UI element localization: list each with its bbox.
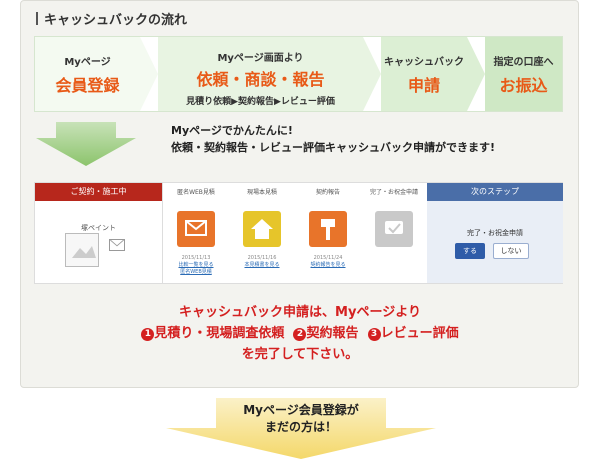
next-step-header: 次のステップ [427,183,563,201]
number-3-icon: 3 [367,328,381,341]
register-text: Myページ会員登録が まだの方は！ [166,402,436,436]
section-title-text: キャッシュバックの流れ [44,13,188,28]
step-big: 会員登録 [55,76,120,95]
intro-line1: Myページでかんたんに! [171,124,293,137]
date-text: 2015/11/13 [181,255,211,261]
step-big: 依頼・商談・報告 [196,70,325,89]
col-head-contract: 契約報告 [315,189,340,196]
step-flow: Myページ 会員登録 Myページ画面より 依頼・商談・報告 見積り依頼▶契約報告… [34,36,563,112]
progress-columns: 匿名WEB見積 現場本見積 契約報告 完了・お祝金申請 2015/11/13 比… [163,183,427,283]
number-2-icon: 2 [293,328,307,341]
compare-link[interactable]: 比較一覧を見る [163,262,229,269]
register-arrow[interactable]: Myページ会員登録が まだの方は！ [166,398,436,459]
number-1-icon: 1 [141,328,155,341]
register-line1: Myページ会員登録が [243,403,359,417]
complete-icon[interactable] [375,211,413,247]
contract-info: 2015/11/24 契約報告を見る [295,255,361,269]
step-small: 指定の口座へ [493,57,554,68]
step-transfer: 指定の口座へ お振込 [485,37,562,111]
notice-item3: レビュー評価 [380,326,459,341]
notice-line2: 1 見積り・現場調査依頼 2 契約報告 3 レビュー評価 [0,323,600,344]
step-sub: 見積り依頼▶契約報告▶レビュー評価 [186,97,335,107]
web-estimate-link[interactable]: 匿名WEB見積 [163,269,229,276]
step-small: キャッシュバック [384,57,464,68]
step-request: Myページ画面より 依頼・商談・報告 見積り依頼▶契約報告▶レビュー評価 [158,37,363,111]
next-step-text: 完了・お祝金申請 [467,229,523,237]
no-button[interactable]: しない [493,243,529,259]
web-estimate-info: 2015/11/13 比較一覧を見る 匿名WEB見積 [163,255,229,276]
next-step-panel: 次のステップ 完了・お祝金申請 する しない [427,183,563,283]
contract-report-icon[interactable] [309,211,347,247]
date-text: 2015/11/24 [313,255,343,261]
register-line2: まだの方は！ [264,420,337,434]
company-thumbnail [65,233,99,267]
notice-item1: 見積り・現場調査依頼 [154,326,285,341]
mypage-screenshot: ご契約・施工中 塚ペイント 匿名WEB見積 現場本見積 契約報告 完了・お祝金申… [34,182,563,284]
section-title: キャッシュバックの流れ [36,9,187,28]
estimate-link[interactable]: 本見積書を見る [229,262,295,269]
notice-line1: キャッシュバック申請は、Myページより [179,305,421,320]
notice-line3: を完了して下さい。 [241,347,359,362]
col-head-complete: 完了・お祝金申請 [369,189,418,196]
col-head-site-estimate: 現場本見積 [246,189,277,196]
step-big: 申請 [407,76,440,95]
notice-message: キャッシュバック申請は、Myページより 1 見積り・現場調査依頼 2 契約報告 3レ… [0,302,600,365]
intro-message: Myページでかんたんに! 依頼・契約報告・レビュー評価キャッシュバック申請ができ… [171,122,495,156]
title-bar [36,12,38,25]
mail-icon[interactable] [109,239,125,251]
yes-button[interactable]: する [455,243,485,259]
site-estimate-icon[interactable] [243,211,281,247]
down-arrow-icon [36,122,136,166]
company-name: 塚ペイント [81,224,116,232]
step-arrow [467,37,485,111]
col-head-web-estimate: 匿名WEB見積 [177,189,215,196]
web-estimate-icon[interactable] [177,211,215,247]
step-register: Myページ 会員登録 [35,37,140,111]
step-small: Myページ [64,57,111,68]
date-text: 2015/11/16 [247,255,277,261]
step-big: お振込 [499,76,548,95]
step-small: Myページ画面より [217,53,304,64]
intro-line2: 依頼・契約報告・レビュー評価キャッシュバック申請ができます! [171,141,496,154]
step-arrow [363,37,381,111]
notice-item2: 契約報告 [306,326,359,341]
step-apply: キャッシュバック 申請 [381,37,467,111]
contract-link[interactable]: 契約報告を見る [295,262,361,269]
contract-header: ご契約・施工中 [35,183,162,201]
contract-panel: ご契約・施工中 塚ペイント [35,183,163,283]
step-arrow [140,37,158,111]
site-estimate-info: 2015/11/16 本見積書を見る [229,255,295,269]
